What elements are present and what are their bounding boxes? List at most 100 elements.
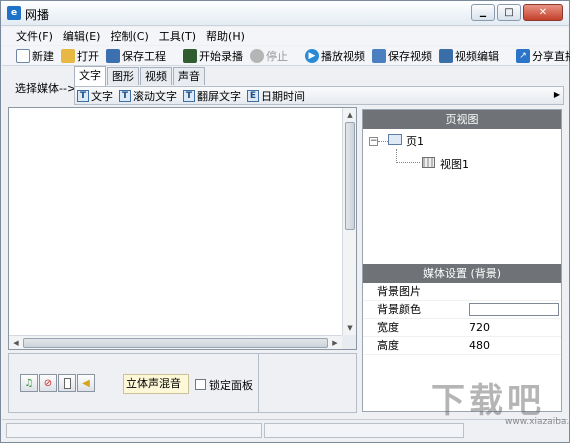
close-button[interactable]: ✕ (523, 4, 563, 21)
tab-video[interactable]: 视频 (140, 67, 172, 85)
tree-connector (396, 149, 397, 163)
save-video-icon (372, 48, 386, 63)
menu-control[interactable]: 控制(C) (110, 28, 148, 44)
preview-canvas[interactable]: ▲ ▼ ◀ ▶ (8, 107, 357, 350)
lock-panel-label: 锁定面板 (209, 379, 253, 392)
scroll-right-icon[interactable]: ▶ (328, 336, 342, 350)
media-settings-header: 媒体设置 (背景) (363, 264, 561, 283)
vertical-scrollbar[interactable]: ▲ ▼ (342, 108, 356, 335)
edit-video-label: 视频编辑 (455, 49, 499, 63)
mute-button[interactable]: ⊘ (39, 374, 57, 392)
stop-button[interactable]: 停止 (248, 47, 290, 65)
open-button[interactable]: 打开 (59, 47, 101, 65)
status-segment (6, 423, 262, 438)
window-controls: ▁ □ ✕ (471, 4, 563, 21)
flip-text-media-label: 翻屏文字 (197, 89, 241, 103)
watermark-url: www.xiazaiba.com (505, 417, 570, 427)
maximize-button[interactable]: □ (497, 4, 521, 21)
prop-row-height[interactable]: 高度 480 (363, 337, 561, 355)
play-video-button[interactable]: ▶ 播放视频 (303, 47, 367, 65)
menu-tools[interactable]: 工具(T) (159, 28, 196, 44)
device-icon (63, 377, 71, 389)
stop-icon (250, 48, 264, 63)
app-window: e 网播 ▁ □ ✕ 文件(F) 编辑(E) 控制(C) 工具(T) 帮助(H)… (0, 0, 570, 443)
prop-row-bg-color[interactable]: 背景颜色 (363, 301, 561, 319)
prop-value[interactable]: 720 (467, 319, 561, 336)
prop-name: 宽度 (377, 321, 399, 334)
open-folder-icon (61, 48, 75, 63)
flip-text-icon: T (183, 89, 195, 102)
prop-value[interactable] (467, 301, 561, 318)
save-video-label: 保存视频 (388, 49, 432, 63)
tab-shape[interactable]: 图形 (107, 67, 139, 85)
horizontal-scrollbar[interactable]: ◀ ▶ (9, 335, 342, 349)
media-settings-grid: 背景图片 背景颜色 宽度 720 高度 480 (363, 283, 561, 355)
text-media-button[interactable]: T 文字 (77, 88, 113, 104)
title-bar[interactable]: e 网播 ▁ □ ✕ (1, 1, 569, 26)
watermark-logo: 下载吧 www.xiazaiba.com (431, 373, 570, 431)
start-record-button[interactable]: 开始录播 (181, 47, 245, 65)
bg-color-swatch[interactable] (469, 303, 559, 316)
prop-value[interactable]: 480 (467, 337, 561, 354)
tab-text[interactable]: 文字 (74, 66, 106, 86)
speaker-icon: ◀ (82, 377, 90, 389)
prop-row-bg-image[interactable]: 背景图片 (363, 283, 561, 301)
datetime-media-label: 日期时间 (261, 89, 305, 103)
menu-bar: 文件(F) 编辑(E) 控制(C) 工具(T) 帮助(H) (2, 27, 568, 45)
prop-name: 背景颜色 (377, 303, 421, 316)
strip-arrow-right-icon[interactable]: ▶ (554, 90, 560, 99)
play-icon: ▶ (305, 48, 319, 63)
save-video-button[interactable]: 保存视频 (370, 47, 434, 65)
lock-panel-checkbox[interactable] (195, 379, 206, 390)
speaker-button[interactable]: ◀ (77, 374, 95, 392)
vertical-scroll-thumb[interactable] (345, 122, 355, 230)
tab-audio[interactable]: 声音 (173, 67, 205, 85)
datetime-media-button[interactable]: E 日期时间 (247, 88, 305, 104)
right-panel: 页视图 − 页1 视图1 媒体设置 (背景) 背景图片 背景颜色 宽度 720 (362, 109, 562, 412)
share-live-button[interactable]: ↗ 分享直播 (514, 47, 570, 65)
menu-help[interactable]: 帮助(H) (206, 28, 245, 44)
start-record-label: 开始录播 (199, 49, 243, 63)
save-project-button[interactable]: 保存工程 (104, 47, 168, 65)
open-button-label: 打开 (77, 49, 99, 63)
main-toolbar: 新建 打开 保存工程 开始录播 停止 ▶ 播放视频 保存视频 视频编辑 ↗ 分享… (2, 46, 570, 66)
scroll-text-icon: T (119, 89, 131, 102)
music-button[interactable]: ♫ (20, 374, 38, 392)
film-record-icon (183, 48, 197, 63)
media-tabs: 文字 图形 视频 声音 (74, 66, 206, 86)
music-note-icon: ♫ (24, 377, 34, 389)
horizontal-scroll-thumb[interactable] (23, 338, 328, 348)
share-icon: ↗ (516, 48, 530, 63)
save-icon (106, 48, 120, 63)
minimize-button[interactable]: ▁ (471, 4, 495, 21)
tree-connector (378, 141, 388, 142)
scroll-left-icon[interactable]: ◀ (9, 336, 23, 350)
flip-text-media-button[interactable]: T 翻屏文字 (183, 88, 241, 104)
window-title: 网播 (25, 8, 50, 22)
page-icon (388, 134, 402, 145)
scroll-down-icon[interactable]: ▼ (343, 321, 357, 335)
panel-divider (258, 354, 259, 412)
text-icon: T (77, 89, 89, 102)
maximize-icon: □ (504, 7, 514, 18)
tree-collapse-icon[interactable]: − (369, 137, 378, 146)
device-button[interactable] (58, 374, 76, 392)
new-button[interactable]: 新建 (14, 47, 56, 65)
stereo-mix-label[interactable]: 立体声混音 (123, 374, 189, 394)
edit-video-button[interactable]: 视频编辑 (437, 47, 501, 65)
no-entry-icon: ⊘ (43, 377, 53, 389)
menu-edit[interactable]: 编辑(E) (63, 28, 101, 44)
prop-name: 背景图片 (377, 285, 421, 298)
scroll-text-media-button[interactable]: T 滚动文字 (119, 88, 177, 104)
menu-file[interactable]: 文件(F) (16, 28, 53, 44)
prop-name: 高度 (377, 339, 399, 352)
prop-row-width[interactable]: 宽度 720 (363, 319, 561, 337)
stop-label: 停止 (266, 49, 288, 63)
tree-item-view-1[interactable]: 视图1 (440, 156, 469, 172)
scroll-up-icon[interactable]: ▲ (343, 108, 357, 122)
watermark-text: 下载吧 (431, 381, 545, 421)
close-icon: ✕ (538, 7, 548, 18)
tree-item-page-1[interactable]: 页1 (406, 133, 424, 149)
prop-value[interactable] (467, 283, 561, 300)
app-logo-icon: e (7, 6, 21, 20)
